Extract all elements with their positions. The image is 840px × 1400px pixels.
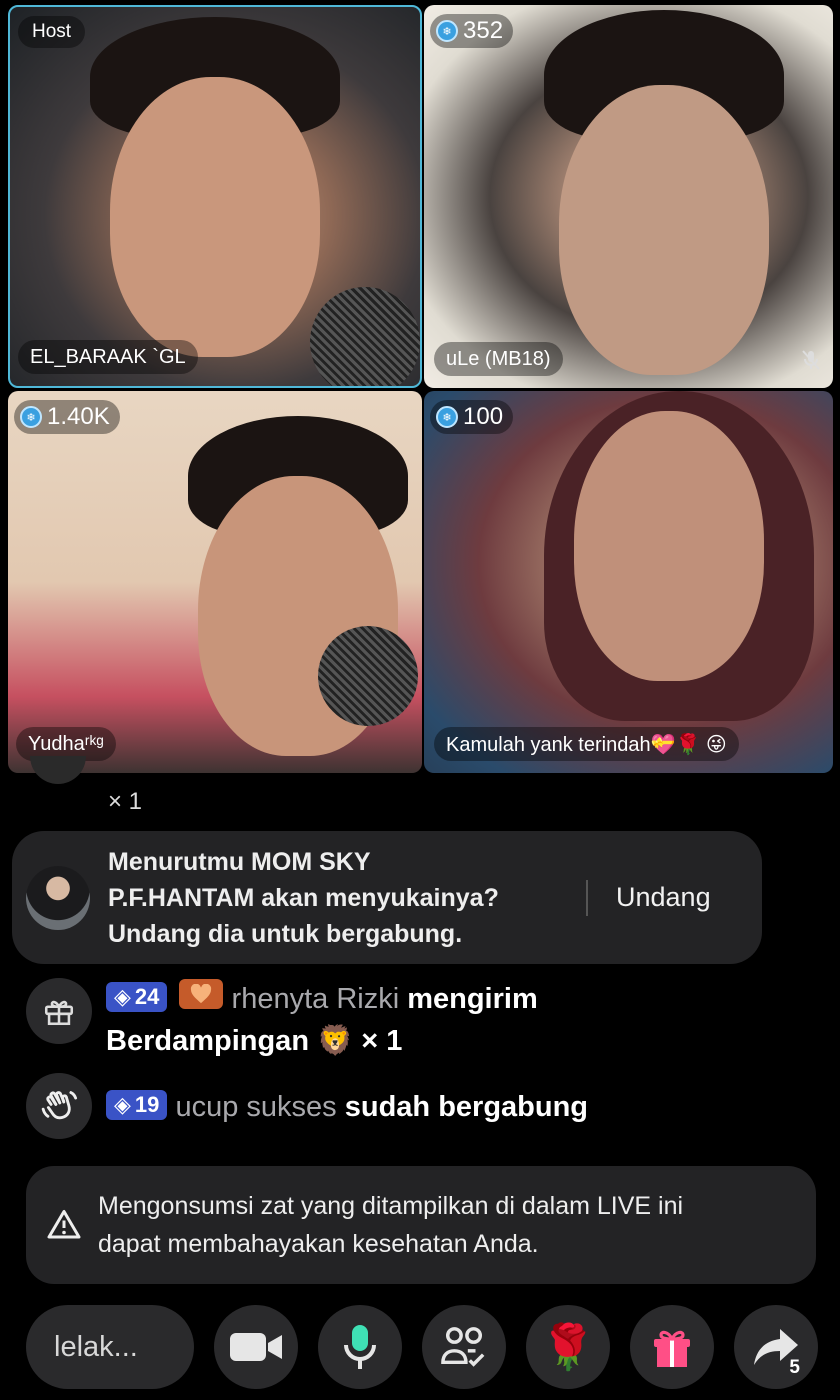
message-body: ◈ 24 rhenyta Rizki mengirim Berdampingan… [106, 978, 776, 1062]
viewer-count: ❄ 352 [430, 14, 514, 48]
level-badge: ◈ 24 [106, 982, 168, 1012]
gift-button[interactable] [630, 1305, 714, 1389]
diamond-icon: ❄ [436, 20, 458, 42]
gift-message: ◈ 24 rhenyta Rizki mengirim Berdampingan… [26, 978, 776, 1062]
rose-gift-button[interactable]: 🌹 [526, 1305, 610, 1389]
video-feed [559, 85, 769, 375]
people-icon [441, 1327, 485, 1367]
username[interactable]: rhenyta Rizki [232, 983, 400, 1015]
participant-name: Kamulah yank terindah💝🌹 😜 [434, 727, 739, 761]
message-action: sudah bergabung [344, 1091, 589, 1123]
gift-box-icon [654, 1330, 690, 1367]
chat-partial-line: × 1 [108, 788, 143, 815]
video-grid: Host EL_BARAAK `GL ❄ 352 uLe (MB18) ❄ 1.… [0, 0, 840, 776]
participant-tile-2[interactable]: ❄ 352 uLe (MB18) [424, 5, 833, 388]
microphone-icon [344, 1325, 376, 1369]
participant-name: uLe (MB18) [434, 342, 563, 376]
warning-text: Mengonsumsi zat yang ditampilkan di dala… [98, 1187, 683, 1263]
level-value: 24 [134, 984, 160, 1009]
gift-sticker-icon: 🦁 [317, 1025, 354, 1057]
chat-feed[interactable]: × 1 Menurutmu MOM SKY P.F.HANTAM akan me… [0, 756, 840, 1296]
participant-tile-3[interactable]: ❄ 1.40K Yudhaʳᵏᵍ [8, 391, 422, 773]
microphone-button[interactable] [318, 1305, 402, 1389]
join-message: ◈ 19 ucup sukses sudah bergabung [26, 1073, 776, 1139]
wave-icon [26, 1073, 92, 1139]
participant-name: EL_BARAAK `GL [18, 340, 198, 374]
avatar [26, 865, 90, 930]
bottom-toolbar: lelak... 🌹 5 [0, 1300, 840, 1400]
viewer-count-value: 1.40K [47, 403, 110, 430]
warning-icon [47, 1210, 81, 1239]
invite-button[interactable]: Undang [616, 882, 711, 913]
invite-text-line: Undang dia untuk bergabung. [108, 919, 463, 948]
share-button[interactable]: 5 [734, 1305, 818, 1389]
microphone-graphic [318, 626, 418, 726]
invite-text-line: P.F.HANTAM akan menyukainya? [108, 883, 499, 912]
divider [586, 879, 588, 916]
message-body: ◈ 19 ucup sukses sudah bergabung [106, 1073, 776, 1128]
video-camera-icon [230, 1333, 282, 1361]
gift-quantity: × 1 [361, 1025, 403, 1057]
safety-warning-banner: Mengonsumsi zat yang ditampilkan di dala… [26, 1166, 816, 1284]
share-count: 5 [789, 1357, 800, 1378]
level-value: 19 [134, 1092, 160, 1117]
invite-suggestion-card: Menurutmu MOM SKY P.F.HANTAM akan menyuk… [12, 831, 762, 964]
viewer-count-value: 352 [463, 17, 504, 44]
video-feed [110, 77, 320, 357]
message-action: mengirim [407, 983, 538, 1015]
avatar [30, 756, 86, 784]
comment-input[interactable]: lelak... [26, 1305, 194, 1389]
invite-text-line: Menurutmu MOM SKY [108, 847, 371, 876]
username[interactable]: ucup sukses [175, 1091, 336, 1123]
gift-icon [26, 978, 92, 1044]
microphone-graphic [310, 287, 420, 386]
diamond-icon: ◈ [114, 984, 131, 1009]
video-feed [574, 411, 764, 681]
host-badge: Host [18, 16, 86, 48]
warning-text-line: Mengonsumsi zat yang ditampilkan di dala… [98, 1192, 684, 1220]
diamond-icon: ◈ [114, 1092, 131, 1117]
viewer-count: ❄ 100 [430, 400, 514, 434]
warning-text-line: dapat membahayakan kesehatan Anda. [98, 1230, 539, 1258]
mic-muted-icon [802, 350, 820, 370]
diamond-icon: ❄ [20, 406, 42, 428]
camera-button[interactable] [214, 1305, 298, 1389]
viewer-count-value: 100 [463, 403, 504, 430]
participant-tile-host[interactable]: Host EL_BARAAK `GL [8, 5, 422, 388]
gift-name: Berdampingan [106, 1025, 310, 1057]
invite-text: Menurutmu MOM SKY P.F.HANTAM akan menyuk… [108, 844, 568, 952]
level-badge: ◈ 19 [106, 1090, 168, 1120]
viewer-count: ❄ 1.40K [14, 400, 120, 434]
diamond-icon: ❄ [436, 406, 458, 428]
participant-tile-4[interactable]: ❄ 100 Kamulah yank terindah💝🌹 😜 [424, 391, 833, 773]
guests-button[interactable] [422, 1305, 506, 1389]
fan-heart-icon [179, 979, 224, 1009]
